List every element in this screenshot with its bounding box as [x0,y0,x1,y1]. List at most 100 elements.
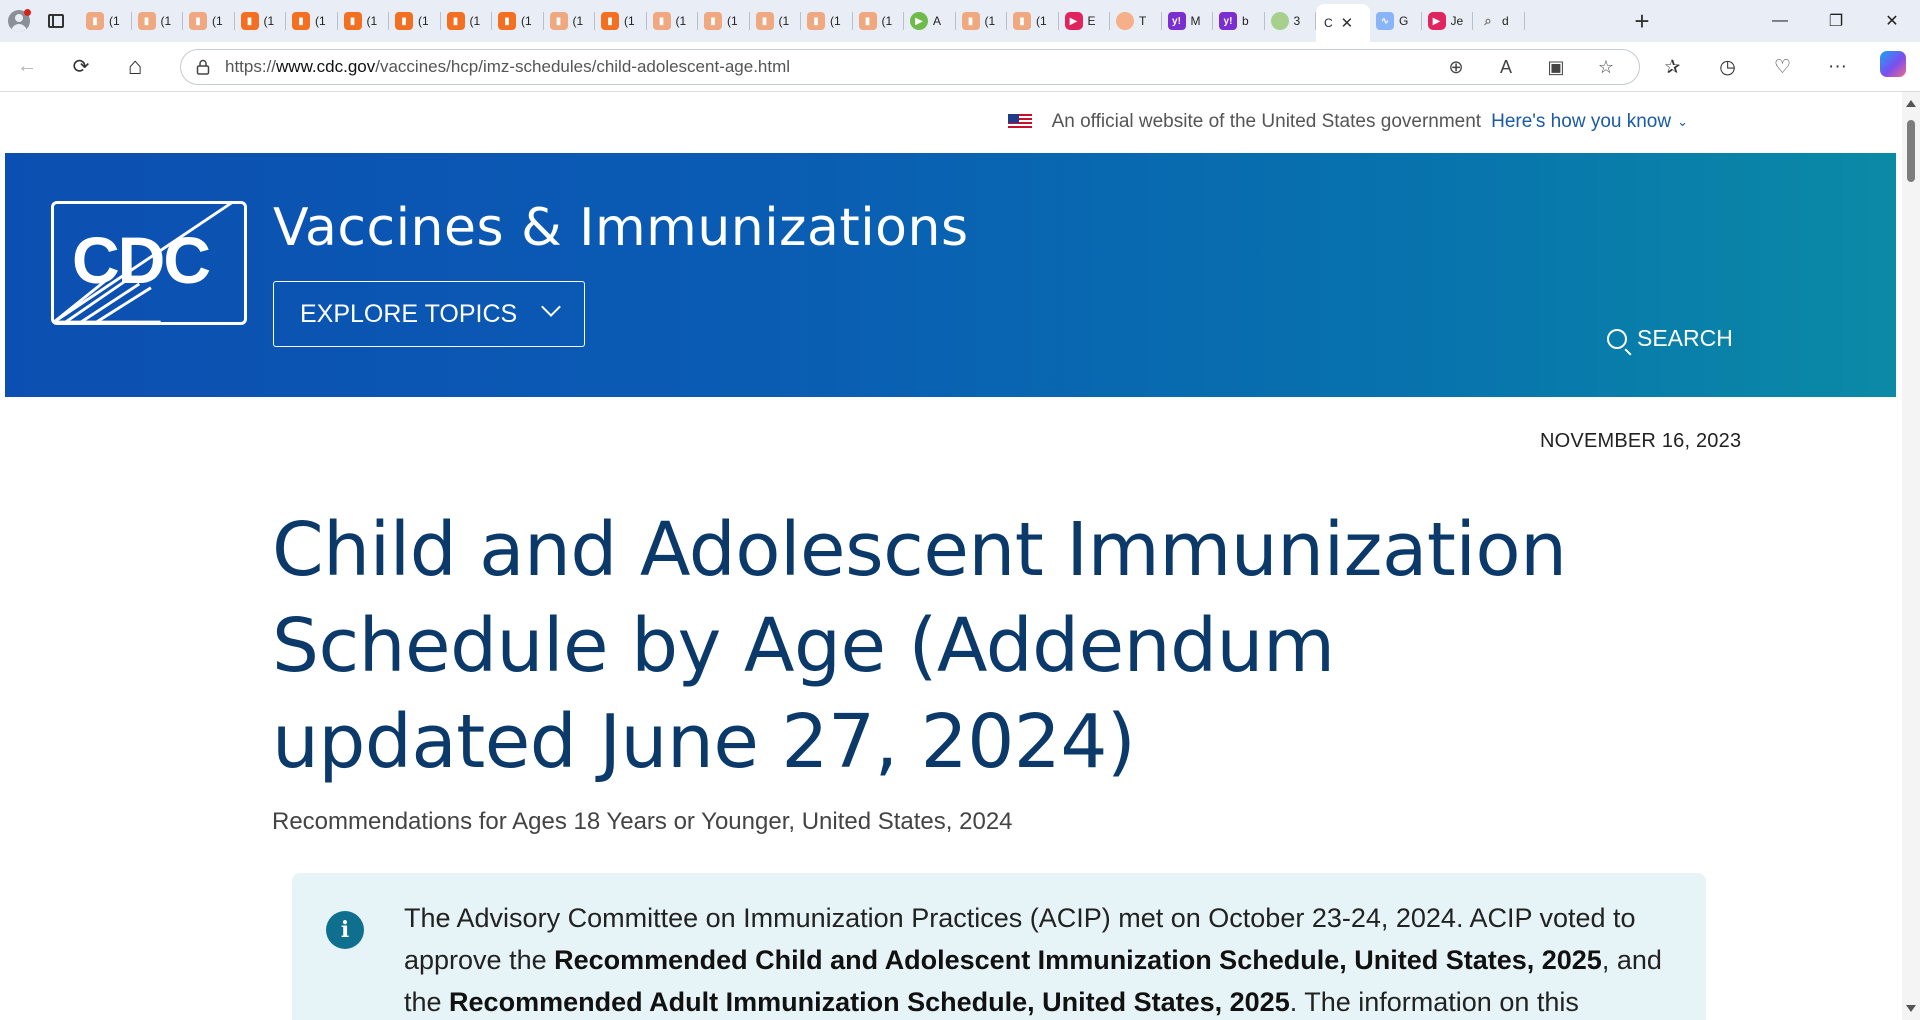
tab-title: (1 [315,14,326,28]
tab-title: T [1139,14,1147,28]
refresh-button[interactable]: ⟳ [54,42,108,92]
tab-actions-icon [48,14,64,28]
callout-bold-adult-schedule: Recommended Adult Immunization Schedule,… [449,987,1290,1017]
bookmark-icon: ▮ [292,12,310,30]
browser-tab[interactable]: ▮ (1 [441,0,493,42]
browser-tab[interactable]: y! M [1162,0,1214,42]
profile-avatar[interactable] [0,0,38,42]
home-button[interactable]: ⌂ [108,42,162,92]
browser-tab[interactable]: ▮ (1 [544,0,596,42]
tab-title: (1 [624,14,635,28]
browser-tab[interactable]: ▮ (1 [80,0,132,42]
bookmark-icon: ▮ [189,12,207,30]
scroll-down-arrow-icon[interactable] [1906,1005,1916,1012]
heres-how-you-know-link[interactable]: Here's how you know ⌄ [1491,111,1688,133]
tab-title: (1 [778,14,790,28]
browser-tab[interactable]: ▮ (1 [647,0,699,42]
immersive-reader-icon[interactable]: ▣ [1531,57,1581,78]
browser-tab[interactable]: ▮ (1 [853,0,905,42]
browser-tab[interactable]: ▮ (1 [750,0,802,42]
tab-title: (1 [830,14,841,28]
browser-tab[interactable]: ⌕ d [1473,0,1525,42]
browser-tab[interactable]: T [1110,0,1162,42]
browser-tab[interactable]: ▮ (1 [1007,0,1059,42]
search-icon [1607,328,1627,349]
address-bar[interactable]: https://www.cdc.gov/vaccines/hcp/imz-sch… [180,49,1640,85]
new-tab-button[interactable]: + [1622,0,1662,42]
tab-title: (1 [418,14,429,28]
browser-tab[interactable]: ▶ Je [1422,0,1474,42]
minimize-button[interactable]: — [1752,0,1808,42]
browser-tab[interactable]: ▮ (1 [132,0,184,42]
bookmark-icon: ▮ [961,12,980,30]
browser-tab[interactable]: ∿ G [1370,0,1422,42]
browser-tab-strip: ▮ (1 ▮ (1 ▮ (1 ▮ (1 ▮ (1 ▮ (1 ▮ (1 ▮ (1 ▮ (1 ▮ (1 ▮ (1 ▮ (1 ▮ (1 ▮… [0,0,1920,42]
bookmark-icon: ▮ [601,12,619,30]
tab-title: (1 [572,14,584,28]
back-button[interactable]: ← [0,42,54,92]
browser-tab[interactable]: ▮ (1 [286,0,338,42]
url-text[interactable]: https://www.cdc.gov/vaccines/hcp/imz-sch… [225,57,790,77]
history-icon[interactable]: ◷ [1700,56,1755,79]
browser-tab[interactable]: ▮ (1 [698,0,750,42]
acip-info-callout: i The Advisory Committee on Immunization… [292,873,1706,1020]
browser-tab[interactable]: 3 [1265,0,1317,42]
browser-tab[interactable]: ▮ (1 [956,0,1008,42]
page-scrollbar[interactable] [1902,92,1920,1020]
play-icon: ▶ [910,12,928,30]
browser-tab[interactable]: ▶ E [1059,0,1111,42]
tab-title: (1 [521,14,532,28]
search-button[interactable]: SEARCH [1607,325,1733,352]
video-icon: ▶ [1427,12,1446,30]
active-browser-tab[interactable]: C ✕ [1316,4,1370,42]
browser-tab[interactable]: ▮ (1 [595,0,647,42]
callout-text: The Advisory Committee on Immunization P… [404,897,1684,1020]
cdc-logo[interactable]: CDC [51,201,247,325]
zoom-icon[interactable]: ⊕ [1431,57,1481,78]
tab-actions-button[interactable] [38,0,74,42]
read-aloud-icon[interactable]: A [1481,57,1531,78]
site-header: CDC Vaccines & Immunizations EXPLORE TOP… [5,153,1896,397]
bookmark-icon: ▮ [86,12,104,30]
official-gov-banner: An official website of the United States… [0,92,1898,152]
banner-link-label: Here's how you know [1491,111,1672,132]
callout-bold-child-schedule: Recommended Child and Adolescent Immuniz… [554,945,1602,975]
browser-tab[interactable]: ▮ (1 [492,0,544,42]
scroll-up-arrow-icon[interactable] [1906,100,1916,107]
browser-tab[interactable]: ▮ (1 [801,0,853,42]
tab-title: G [1399,14,1409,28]
tab-title: (1 [160,14,172,28]
browser-tab[interactable]: y! b [1213,0,1265,42]
banner-text: An official website of the United States… [1051,111,1482,132]
copilot-button[interactable] [1865,51,1920,83]
page-title: Child and Adolescent Immunization Schedu… [272,507,1567,785]
copilot-icon [1879,51,1906,77]
bookmark-icon: ▮ [240,12,259,30]
page-viewport: An official website of the United States… [0,92,1920,1020]
favorites-icon[interactable]: ✰ [1645,56,1700,79]
browser-health-icon[interactable]: ♡ [1755,56,1810,79]
restore-button[interactable]: ❐ [1808,0,1864,42]
more-menu-icon[interactable]: ··· [1810,56,1865,78]
browser-tab[interactable]: ▶ A [904,0,956,42]
close-tab-icon[interactable]: ✕ [1341,14,1354,32]
browser-tab[interactable]: ▮ (1 [183,0,235,42]
bookmark-icon: ▮ [343,12,362,30]
browser-tab[interactable]: ▮ (1 [338,0,390,42]
search-label: SEARCH [1637,325,1733,351]
close-window-button[interactable]: ✕ [1864,0,1920,42]
info-icon: i [326,911,364,949]
chevron-down-icon [541,297,561,317]
bookmark-icon: ▮ [498,12,516,30]
site-title[interactable]: Vaccines & Immunizations [273,198,969,258]
tab-title: M [1190,14,1201,28]
explore-topics-button[interactable]: EXPLORE TOPICS [273,281,585,347]
browser-tab[interactable]: ▮ (1 [389,0,441,42]
favorite-star-icon[interactable]: ☆ [1581,57,1631,78]
scrollbar-thumb[interactable] [1907,120,1915,182]
tab-list: ▮ (1 ▮ (1 ▮ (1 ▮ (1 ▮ (1 ▮ (1 ▮ (1 ▮ (1 ▮ (1 ▮ (1 ▮ (1 ▮ (1 ▮ (1 ▮… [74,0,1622,42]
lock-icon[interactable] [181,59,225,75]
url-path: /vaccines/hcp/imz-schedules/child-adoles… [375,57,791,76]
bookmark-icon: ▮ [395,12,413,30]
browser-tab[interactable]: ▮ (1 [235,0,287,42]
